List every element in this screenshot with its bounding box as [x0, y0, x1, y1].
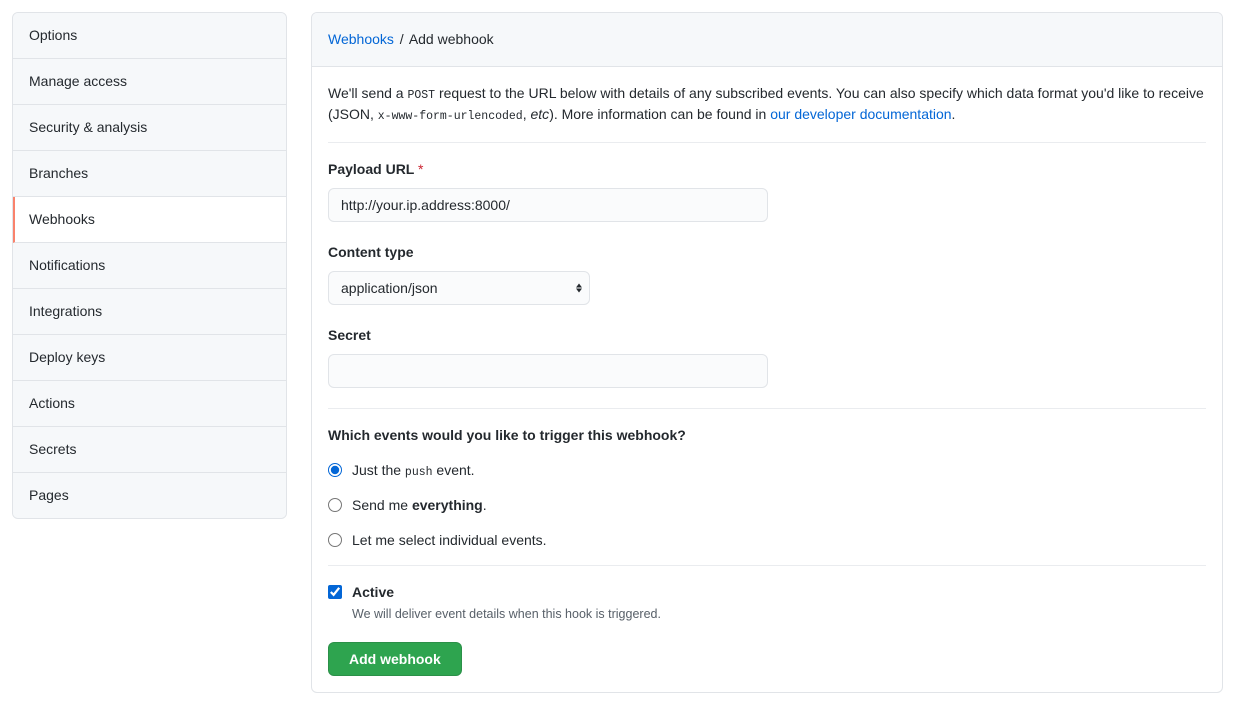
sidebar-item-manage-access[interactable]: Manage access — [13, 59, 286, 105]
active-checkbox[interactable] — [328, 585, 342, 599]
content-type-select-wrap: application/json — [328, 271, 590, 305]
payload-url-input[interactable] — [328, 188, 768, 222]
events-radio-push-label: Just the push event. — [352, 460, 475, 481]
active-label: Active — [352, 582, 661, 603]
active-description: We will deliver event details when this … — [352, 605, 661, 624]
sidebar-item-secrets[interactable]: Secrets — [13, 427, 286, 473]
events-heading: Which events would you like to trigger t… — [328, 425, 1206, 446]
events-radio-push-input[interactable] — [328, 463, 342, 477]
divider — [328, 408, 1206, 409]
sidebar-item-integrations[interactable]: Integrations — [13, 289, 286, 335]
sidebar-item-branches[interactable]: Branches — [13, 151, 286, 197]
intro-code-post: POST — [407, 89, 435, 102]
required-asterisk: * — [418, 161, 423, 177]
divider — [328, 142, 1206, 143]
content-type-select[interactable]: application/json — [328, 271, 590, 305]
events-everything-strong: everything — [412, 497, 483, 513]
events-radio-everything-label: Send me everything. — [352, 495, 487, 516]
intro-code-urlencoded: x-www-form-urlencoded — [378, 110, 523, 123]
sidebar-menu: Options Manage access Security & analysi… — [12, 12, 287, 519]
active-checkbox-row: Active We will deliver event details whe… — [328, 582, 1206, 624]
events-radio-everything-input[interactable] — [328, 498, 342, 512]
content-type-group: Content type application/json — [328, 242, 1206, 305]
intro-text: We'll send a POST request to the URL bel… — [328, 83, 1206, 126]
main-panel: Webhooks / Add webhook We'll send a POST… — [311, 12, 1223, 693]
secret-label: Secret — [328, 325, 1206, 346]
payload-url-group: Payload URL * — [328, 159, 1206, 222]
breadcrumb: Webhooks / Add webhook — [312, 13, 1222, 67]
events-push-code: push — [405, 466, 433, 479]
events-radio-push[interactable]: Just the push event. — [328, 460, 1206, 481]
sidebar-item-options[interactable]: Options — [13, 13, 286, 59]
intro-mid3: ). More information can be found in — [549, 106, 770, 122]
breadcrumb-separator: / — [400, 31, 404, 47]
events-radio-individual-label: Let me select individual events. — [352, 530, 547, 551]
main-body: We'll send a POST request to the URL bel… — [312, 67, 1222, 692]
add-webhook-button[interactable]: Add webhook — [328, 642, 462, 676]
breadcrumb-current: Add webhook — [409, 31, 494, 47]
intro-em: etc — [531, 106, 550, 122]
active-checkbox-content: Active We will deliver event details whe… — [352, 582, 661, 624]
intro-prefix: We'll send a — [328, 85, 407, 101]
developer-docs-link[interactable]: our developer documentation — [770, 106, 951, 122]
events-everything-pre: Send me — [352, 497, 412, 513]
divider — [328, 565, 1206, 566]
secret-group: Secret — [328, 325, 1206, 388]
breadcrumb-parent-link[interactable]: Webhooks — [328, 31, 394, 47]
sidebar-item-security-analysis[interactable]: Security & analysis — [13, 105, 286, 151]
events-radio-everything[interactable]: Send me everything. — [328, 495, 1206, 516]
events-push-post: event. — [433, 462, 475, 478]
sidebar-item-pages[interactable]: Pages — [13, 473, 286, 518]
events-push-pre: Just the — [352, 462, 405, 478]
sidebar-item-webhooks[interactable]: Webhooks — [13, 197, 286, 243]
payload-url-label-text: Payload URL — [328, 161, 414, 177]
payload-url-label: Payload URL * — [328, 159, 1206, 180]
content-type-label: Content type — [328, 242, 1206, 263]
sidebar-item-notifications[interactable]: Notifications — [13, 243, 286, 289]
settings-sidebar: Options Manage access Security & analysi… — [12, 12, 287, 693]
intro-suffix: . — [952, 106, 956, 122]
sidebar-item-deploy-keys[interactable]: Deploy keys — [13, 335, 286, 381]
sidebar-item-actions[interactable]: Actions — [13, 381, 286, 427]
events-everything-post: . — [483, 497, 487, 513]
intro-mid2: , — [523, 106, 531, 122]
events-radio-individual-input[interactable] — [328, 533, 342, 547]
secret-input[interactable] — [328, 354, 768, 388]
events-radio-individual[interactable]: Let me select individual events. — [328, 530, 1206, 551]
